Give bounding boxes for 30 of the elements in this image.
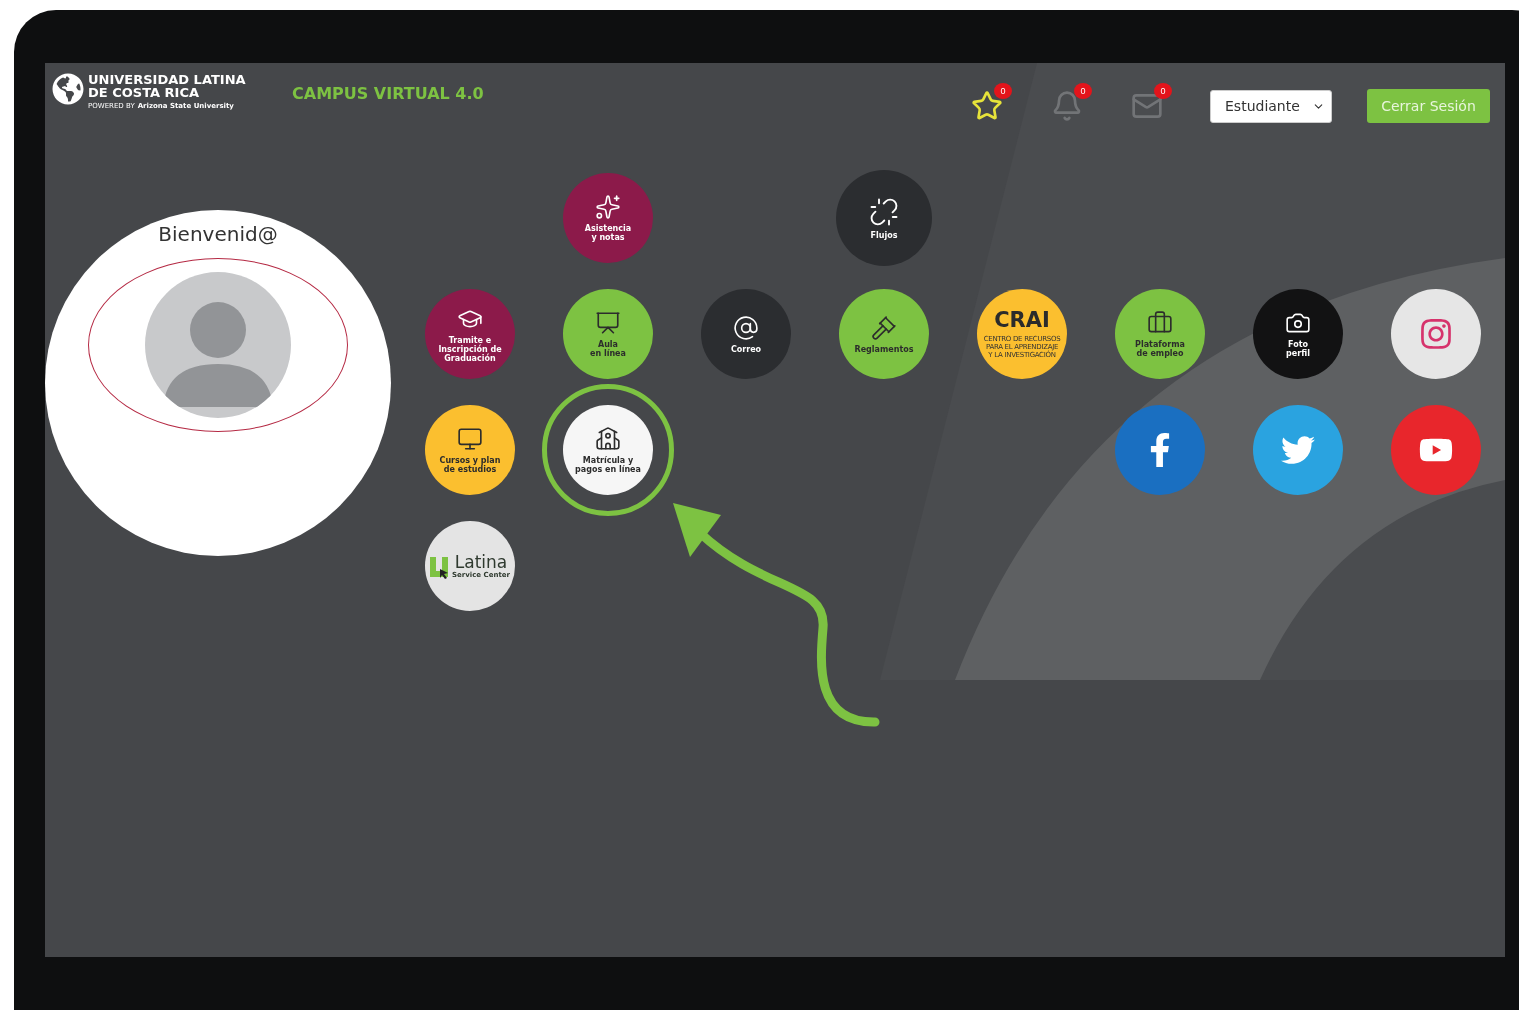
shortcut-button[interactable]: Tramite e Inscripción de Graduación	[425, 289, 515, 379]
star-icon	[971, 90, 1003, 122]
star-button[interactable]: 0	[962, 83, 1012, 129]
shortcut-button[interactable]: Correo	[701, 289, 791, 379]
notification-badge: 0	[994, 83, 1012, 99]
shortcut-button[interactable]: Reglamentos	[839, 289, 929, 379]
online-class-icon	[595, 310, 621, 336]
shortcut-button[interactable]: Cursos y plan de estudios	[425, 405, 515, 495]
stars-icon	[595, 194, 621, 220]
instagram-icon	[1419, 317, 1453, 351]
role-select[interactable]: Estudiante	[1210, 89, 1332, 123]
shortcut-button[interactable]: Flujos	[836, 170, 932, 266]
campus-title: CAMPUS VIRTUAL 4.0	[292, 84, 484, 103]
cursor-logo-icon	[430, 556, 450, 579]
globe-icon	[52, 73, 84, 105]
gavel-icon	[871, 314, 897, 341]
shortcut-button[interactable]: Asistencia y notas	[563, 173, 653, 263]
shortcut-button[interactable]: Aula en línea	[563, 289, 653, 379]
monitor-icon	[457, 426, 483, 452]
shortcut-button[interactable]: Matrícula y pagos en línea	[563, 405, 653, 495]
broken-link-icon	[869, 196, 899, 227]
twitter-icon	[1281, 433, 1315, 467]
email-icon	[733, 314, 759, 341]
logo-text: DE COSTA RICA	[88, 86, 201, 99]
bell-button[interactable]: 0	[1042, 83, 1092, 129]
bell-icon	[1051, 90, 1083, 122]
school-building-icon	[595, 426, 621, 452]
logo-text: UNIVERSIDAD LATINA	[88, 73, 246, 86]
greeting: Bienvenid@	[158, 222, 278, 246]
mail-button[interactable]: 0	[1122, 83, 1172, 129]
